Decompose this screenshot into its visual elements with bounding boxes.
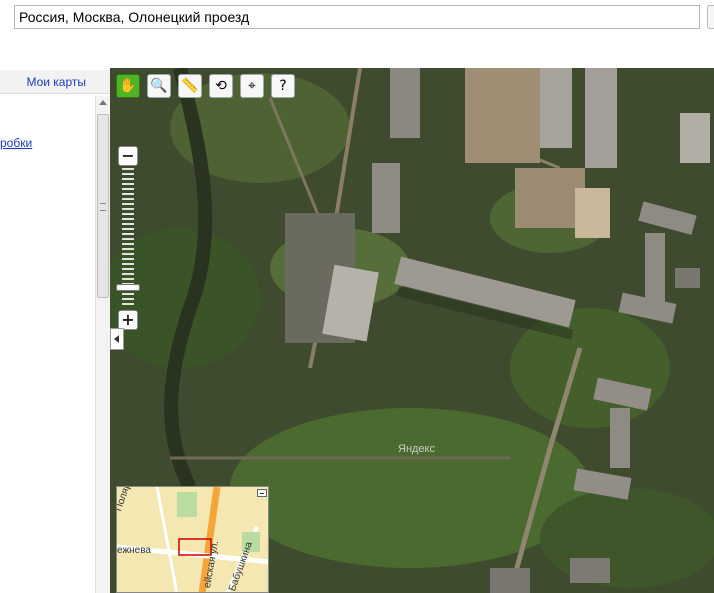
cursor-question-icon: ? <box>279 78 287 94</box>
satellite-map[interactable]: ✋ 🔍 📏 ⟲ ⌖ ? − + Яндекс Полярная ул. ежне… <box>110 68 714 593</box>
my-maps-link[interactable]: Мои карты <box>26 75 86 89</box>
sidebar-scrollbar[interactable] <box>95 96 110 593</box>
minimap-collapse-button[interactable] <box>257 489 267 497</box>
grip-icon <box>100 203 106 211</box>
sidebar-header: Мои карты <box>0 70 110 94</box>
overview-minimap[interactable]: Полярная ул. ежнева ейская ул. Бабушкина <box>116 486 269 593</box>
hand-icon: ✋ <box>119 78 137 94</box>
placemark-icon: ⌖ <box>248 78 256 94</box>
route-tool[interactable]: ⟲ <box>209 74 233 98</box>
search-value: Россия, Москва, Олонецкий проезд <box>19 9 250 25</box>
magnifier-icon: 🔍 <box>150 78 168 94</box>
zoom-in-button[interactable]: + <box>118 310 138 330</box>
search-input[interactable]: Россия, Москва, Олонецкий проезд <box>14 5 700 29</box>
sidebar: Мои карты робки <box>0 70 110 593</box>
map-toolbar: ✋ 🔍 📏 ⟲ ⌖ ? <box>116 74 295 98</box>
hand-tool[interactable]: ✋ <box>116 74 140 98</box>
zoom-handle[interactable] <box>116 284 140 291</box>
search-button[interactable] <box>707 5 714 29</box>
route-icon: ⟲ <box>215 78 227 94</box>
scroll-up-icon[interactable] <box>99 100 107 105</box>
traffic-link[interactable]: робки <box>0 136 32 150</box>
info-tool[interactable]: ? <box>271 74 295 98</box>
yandex-watermark: Яндекс <box>398 443 435 455</box>
zoom-out-button[interactable]: − <box>118 146 138 166</box>
minimap-street-label: ежнева <box>117 545 151 556</box>
zoom-control: − + <box>116 146 140 330</box>
collapse-sidebar-button[interactable] <box>110 328 124 350</box>
ruler-icon: 📏 <box>181 78 199 94</box>
magnifier-tool[interactable]: 🔍 <box>147 74 171 98</box>
placemark-tool[interactable]: ⌖ <box>240 74 264 98</box>
ruler-tool[interactable]: 📏 <box>178 74 202 98</box>
scroll-thumb[interactable] <box>97 114 109 298</box>
